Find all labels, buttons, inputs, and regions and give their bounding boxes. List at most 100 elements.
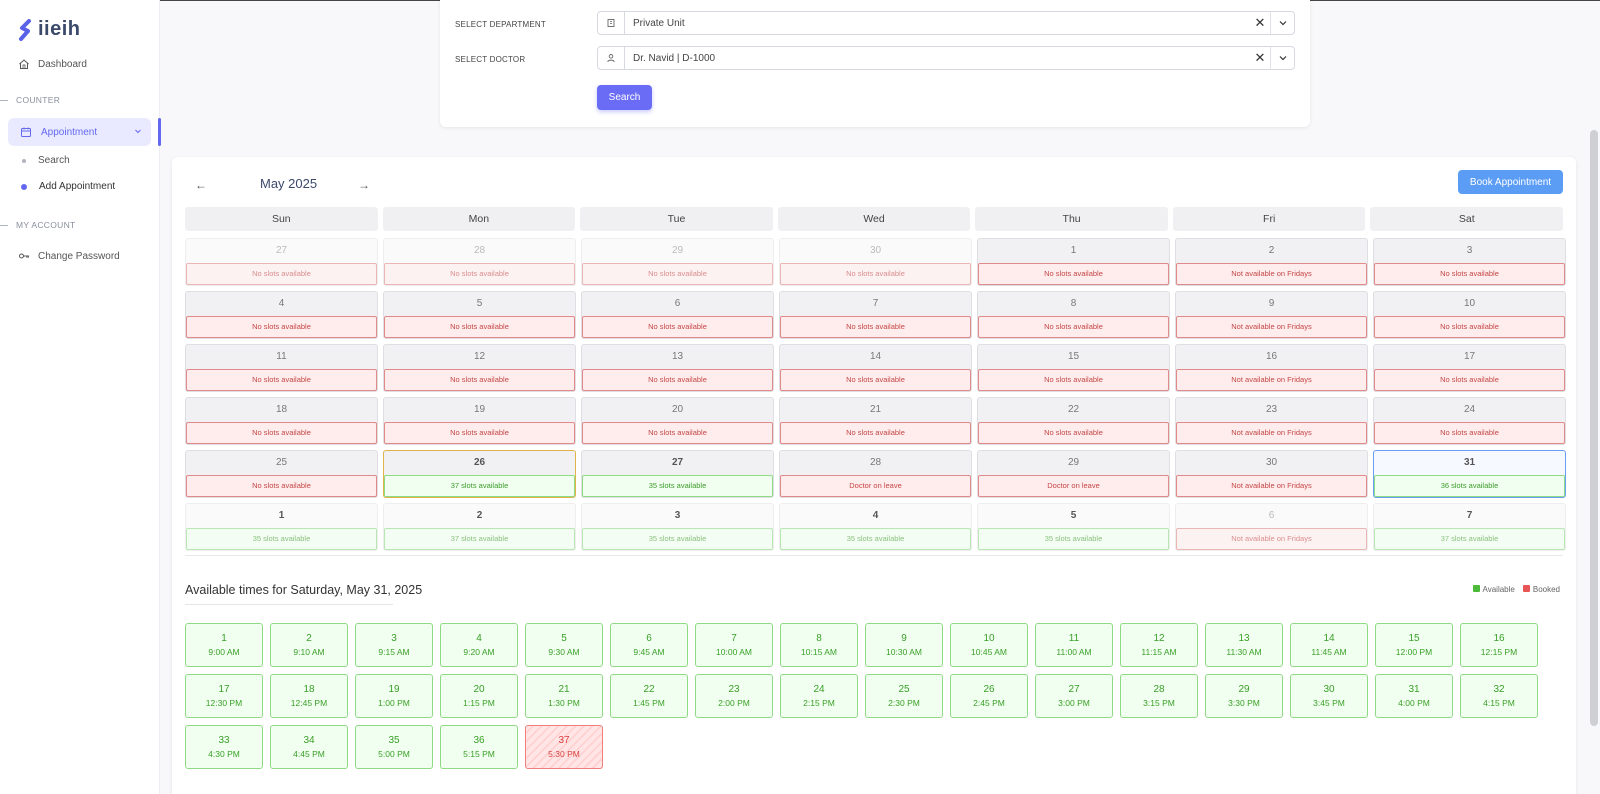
calendar-day-cell[interactable]: 14 No slots available <box>779 344 972 392</box>
time-slot[interactable]: 8 10:15 AM <box>780 623 858 667</box>
time-slot[interactable]: 32 4:15 PM <box>1460 674 1538 718</box>
calendar-day-cell[interactable]: 6 No slots available <box>581 291 774 339</box>
sidebar-item-appointment[interactable]: Appointment <box>8 118 151 146</box>
calendar-day-cell[interactable]: 13 No slots available <box>581 344 774 392</box>
time-slot[interactable]: 24 2:15 PM <box>780 674 858 718</box>
time-slot[interactable]: 10 10:45 AM <box>950 623 1028 667</box>
search-button[interactable]: Search <box>597 85 652 110</box>
time-slot[interactable]: 34 4:45 PM <box>270 725 348 769</box>
time-slot[interactable]: 6 9:45 AM <box>610 623 688 667</box>
time-slot[interactable]: 11 11:00 AM <box>1035 623 1113 667</box>
time-slot[interactable]: 16 12:15 PM <box>1460 623 1538 667</box>
calendar-day-cell[interactable]: 24 No slots available <box>1373 397 1566 445</box>
calendar-day-cell[interactable]: 3 No slots available <box>1373 238 1566 286</box>
time-slot[interactable]: 21 1:30 PM <box>525 674 603 718</box>
calendar-day-cell[interactable]: 29 Doctor on leave <box>977 450 1170 498</box>
calendar-day-cell[interactable]: 5 35 slots available <box>977 503 1170 551</box>
time-slot[interactable]: 22 1:45 PM <box>610 674 688 718</box>
chevron-down-icon[interactable] <box>1270 12 1294 34</box>
time-slot[interactable]: 15 12:00 PM <box>1375 623 1453 667</box>
calendar-day-cell[interactable]: 15 No slots available <box>977 344 1170 392</box>
sidebar-subitem-add-appointment[interactable]: Add Appointment <box>21 181 115 192</box>
time-slot[interactable]: 30 3:45 PM <box>1290 674 1368 718</box>
weekday-header: Sun <box>185 207 378 231</box>
time-slot[interactable]: 17 12:30 PM <box>185 674 263 718</box>
calendar-day-cell[interactable]: 17 No slots available <box>1373 344 1566 392</box>
calendar-day-cell[interactable]: 27 No slots available <box>185 238 378 286</box>
logo[interactable]: iieih <box>18 18 81 41</box>
calendar-day-cell[interactable]: 2 37 slots available <box>383 503 576 551</box>
book-appointment-button[interactable]: Book Appointment <box>1458 170 1563 194</box>
scrollbar[interactable] <box>1590 130 1598 726</box>
time-slot[interactable]: 19 1:00 PM <box>355 674 433 718</box>
time-slot[interactable]: 14 11:45 AM <box>1290 623 1368 667</box>
calendar-day-cell[interactable]: 1 35 slots available <box>185 503 378 551</box>
time-slot[interactable]: 35 5:00 PM <box>355 725 433 769</box>
calendar-day-cell[interactable]: 6 Not available on Fridays <box>1175 503 1368 551</box>
calendar-day-cell[interactable]: 21 No slots available <box>779 397 972 445</box>
calendar-day-cell[interactable]: 1 No slots available <box>977 238 1170 286</box>
calendar-day-cell[interactable]: 16 Not available on Fridays <box>1175 344 1368 392</box>
calendar-day-cell[interactable]: 11 No slots available <box>185 344 378 392</box>
calendar-day-cell[interactable]: 4 35 slots available <box>779 503 972 551</box>
calendar-day-cell[interactable]: 9 Not available on Fridays <box>1175 291 1368 339</box>
time-slot[interactable]: 23 2:00 PM <box>695 674 773 718</box>
department-clear-icon[interactable]: ✕ <box>1250 15 1270 31</box>
calendar-day-cell[interactable]: 7 37 slots available <box>1373 503 1566 551</box>
time-slot[interactable]: 36 5:15 PM <box>440 725 518 769</box>
calendar-day-cell[interactable]: 23 Not available on Fridays <box>1175 397 1368 445</box>
chevron-down-icon[interactable] <box>1270 47 1294 69</box>
department-select[interactable]: Private Unit ✕ <box>597 11 1295 35</box>
calendar-day-cell[interactable]: 30 Not available on Fridays <box>1175 450 1368 498</box>
chevron-down-icon[interactable] <box>134 127 142 135</box>
time-slot[interactable]: 3 9:15 AM <box>355 623 433 667</box>
prev-month-button[interactable]: ← <box>195 178 207 192</box>
calendar-day-cell[interactable]: 22 No slots available <box>977 397 1170 445</box>
day-availability-label: No slots available <box>780 369 971 391</box>
calendar-day-cell[interactable]: 7 No slots available <box>779 291 972 339</box>
time-slot[interactable]: 25 2:30 PM <box>865 674 943 718</box>
calendar-day-cell[interactable]: 29 No slots available <box>581 238 774 286</box>
calendar-day-cell[interactable]: 10 No slots available <box>1373 291 1566 339</box>
sidebar-item-dashboard[interactable]: Dashboard <box>18 58 87 70</box>
time-slot[interactable]: 9 10:30 AM <box>865 623 943 667</box>
sidebar-item-change-password[interactable]: Change Password <box>18 250 120 262</box>
calendar-day-cell[interactable]: 8 No slots available <box>977 291 1170 339</box>
calendar-day-cell[interactable]: 5 No slots available <box>383 291 576 339</box>
time-slot[interactable]: 33 4:30 PM <box>185 725 263 769</box>
time-slot[interactable]: 26 2:45 PM <box>950 674 1028 718</box>
next-month-button[interactable]: → <box>358 178 370 192</box>
time-slot[interactable]: 1 9:00 AM <box>185 623 263 667</box>
time-slot[interactable]: 5 9:30 AM <box>525 623 603 667</box>
calendar-day-cell[interactable]: 2 Not available on Fridays <box>1175 238 1368 286</box>
calendar-day-cell[interactable]: 3 35 slots available <box>581 503 774 551</box>
calendar-day-cell[interactable]: 31 36 slots available <box>1373 450 1566 498</box>
calendar-day-cell[interactable]: 18 No slots available <box>185 397 378 445</box>
time-slot[interactable]: 27 3:00 PM <box>1035 674 1113 718</box>
calendar-day-cell[interactable]: 4 No slots available <box>185 291 378 339</box>
calendar-day-cell[interactable]: 28 No slots available <box>383 238 576 286</box>
time-slot[interactable]: 20 1:15 PM <box>440 674 518 718</box>
calendar-day-cell[interactable]: 12 No slots available <box>383 344 576 392</box>
time-slot[interactable]: 7 10:00 AM <box>695 623 773 667</box>
calendar-day-cell[interactable]: 25 No slots available <box>185 450 378 498</box>
time-slot[interactable]: 29 3:30 PM <box>1205 674 1283 718</box>
doctor-clear-icon[interactable]: ✕ <box>1250 50 1270 66</box>
calendar-day-cell[interactable]: 27 35 slots available <box>581 450 774 498</box>
calendar-day-cell[interactable]: 28 Doctor on leave <box>779 450 972 498</box>
time-slot[interactable]: 13 11:30 AM <box>1205 623 1283 667</box>
time-slot[interactable]: 31 4:00 PM <box>1375 674 1453 718</box>
time-slot-booked[interactable]: 37 5:30 PM <box>525 725 603 769</box>
calendar-day-cell[interactable]: 30 No slots available <box>779 238 972 286</box>
calendar-day-cell[interactable]: 20 No slots available <box>581 397 774 445</box>
time-slot[interactable]: 28 3:15 PM <box>1120 674 1198 718</box>
slot-time: 1:45 PM <box>633 698 665 708</box>
time-slot[interactable]: 18 12:45 PM <box>270 674 348 718</box>
time-slot[interactable]: 4 9:20 AM <box>440 623 518 667</box>
doctor-select[interactable]: Dr. Navid | D-1000 ✕ <box>597 46 1295 70</box>
calendar-day-cell[interactable]: 19 No slots available <box>383 397 576 445</box>
time-slot[interactable]: 2 9:10 AM <box>270 623 348 667</box>
calendar-day-cell[interactable]: 26 37 slots available <box>383 450 576 498</box>
sidebar-subitem-search[interactable]: Search <box>22 155 70 166</box>
time-slot[interactable]: 12 11:15 AM <box>1120 623 1198 667</box>
